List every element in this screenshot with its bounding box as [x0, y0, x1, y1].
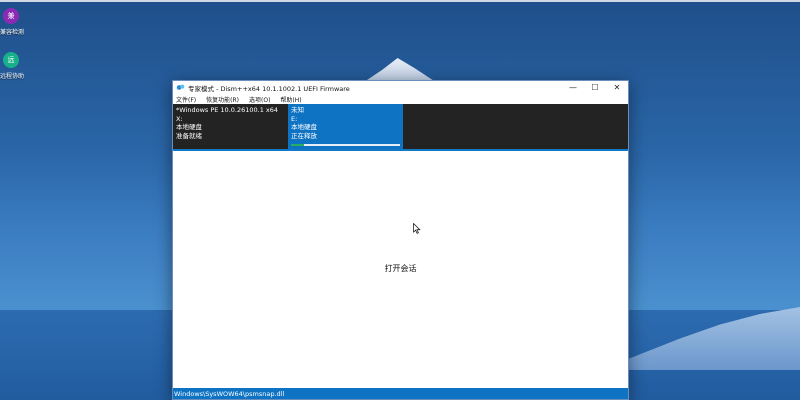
session-content-area: 打开会话	[173, 151, 628, 387]
desktop-icon-label: 兼容检测	[0, 29, 25, 36]
session-os-name: *Windows PE 10.0.26100.1 x64	[176, 106, 279, 114]
status-text: Windows\SysWOW64\psmsnap.dll	[174, 389, 285, 398]
desktop-icon-label: 远程协助	[0, 73, 25, 80]
session-tile-e-drive[interactable]: 未知 E: 本地硬盘 正在释放	[288, 104, 403, 149]
open-session-text: 打开会话	[384, 264, 417, 273]
session-disk-type: 本地硬盘	[291, 123, 317, 131]
desktop-icon-compat-check[interactable]: 兼 兼容检测	[0, 8, 25, 36]
menu-recovery[interactable]: 恢复功能(R)	[206, 95, 239, 104]
desktop-icon-remote-assist[interactable]: 远 远程协助	[0, 52, 25, 80]
session-bar: *Windows PE 10.0.26100.1 x64 X: 本地硬盘 准备就…	[173, 104, 628, 149]
mouse-cursor-icon	[413, 219, 421, 238]
close-button[interactable]: ✕	[606, 81, 628, 94]
window-title: 专家模式 - Dism++x64 10.1.1002.1 UEFI Firmwa…	[188, 84, 350, 93]
session-disk-type: 本地硬盘	[176, 123, 202, 131]
menu-options[interactable]: 选项(O)	[249, 95, 270, 104]
session-tile-winpe[interactable]: *Windows PE 10.0.26100.1 x64 X: 本地硬盘 准备就…	[173, 104, 288, 149]
dism-window: 专家模式 - Dism++x64 10.1.1002.1 UEFI Firmwa…	[172, 80, 629, 400]
dism-app-icon	[176, 83, 185, 92]
menu-bar: 文件(F) 恢复功能(R) 选项(O) 帮助(H)	[173, 94, 628, 104]
session-progress-bar	[291, 144, 400, 146]
status-bar: Windows\SysWOW64\psmsnap.dll	[173, 388, 628, 399]
session-drive: X:	[176, 114, 183, 123]
title-bar[interactable]: 专家模式 - Dism++x64 10.1.1002.1 UEFI Firmwa…	[173, 81, 628, 94]
app-icon: 兼	[3, 8, 19, 24]
session-progress-fill	[291, 144, 305, 146]
screen-top-border	[0, 0, 800, 2]
menu-help[interactable]: 帮助(H)	[280, 95, 301, 104]
maximize-button[interactable]: ☐	[584, 81, 606, 94]
session-os-name: 未知	[291, 106, 304, 114]
app-icon: 远	[3, 52, 19, 68]
menu-file[interactable]: 文件(F)	[176, 95, 196, 104]
session-status: 正在释放	[291, 131, 317, 140]
session-drive: E:	[291, 114, 298, 123]
session-status: 准备就绪	[176, 131, 202, 140]
minimize-button[interactable]: —	[562, 81, 584, 94]
